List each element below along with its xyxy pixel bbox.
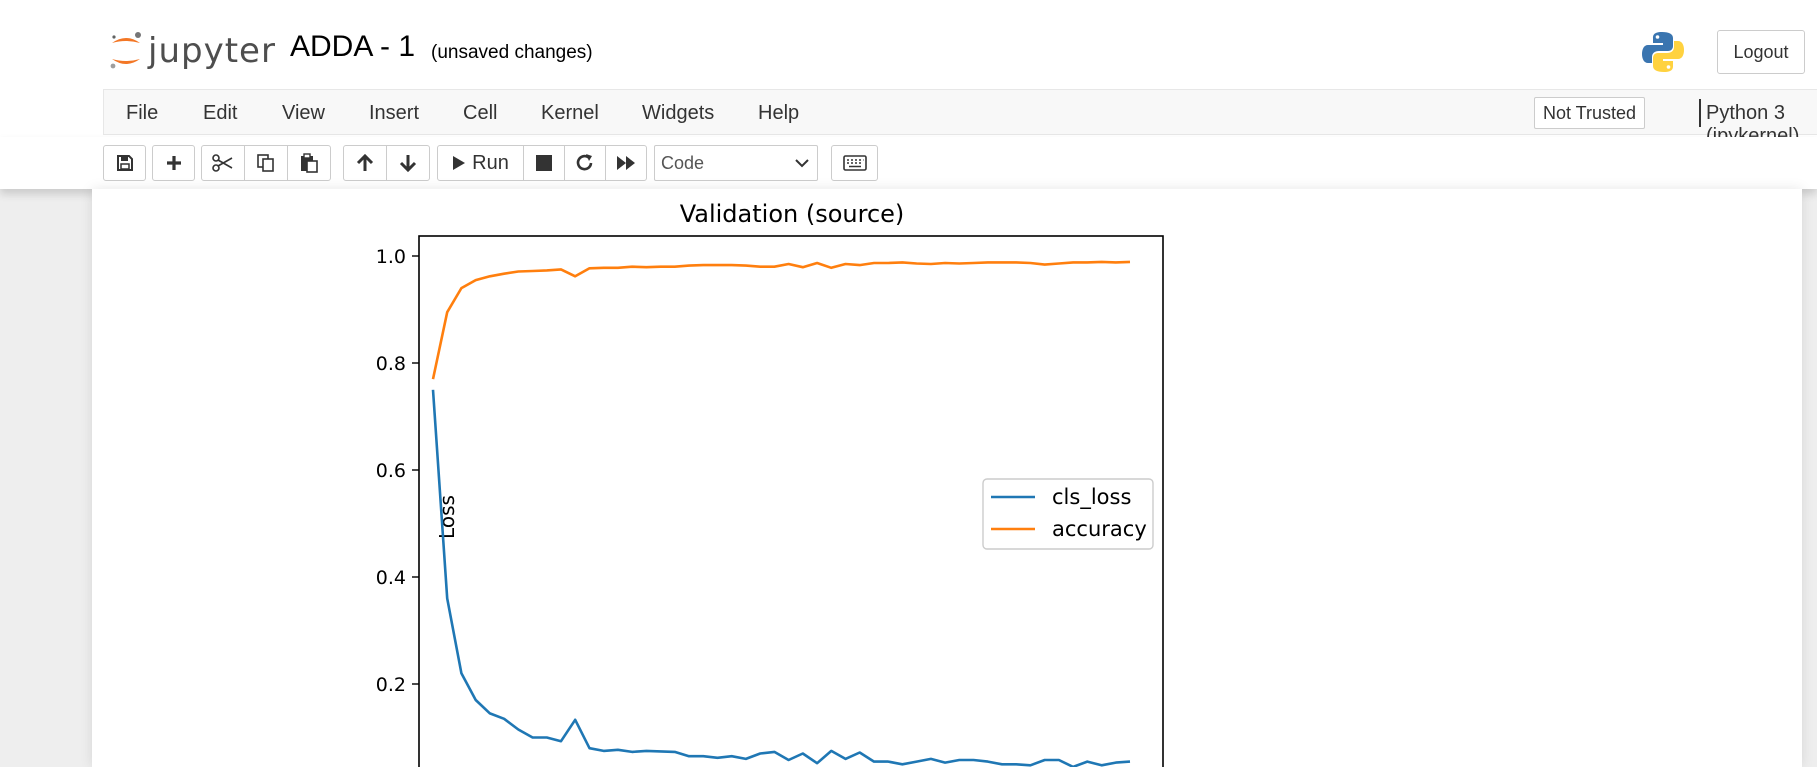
menu-kernel[interactable]: Kernel [541, 102, 599, 125]
restart-icon [576, 154, 593, 171]
output-chart: Validation (source) Loss 1.0 0.8 0.6 0.4 0.2… [376, 200, 1164, 767]
paste-button[interactable] [287, 145, 331, 181]
chart-title: Validation (source) [680, 200, 905, 228]
jupyter-logo-icon [110, 32, 141, 69]
toolbar: Run Code [0, 137, 1817, 189]
menubar-container: File Edit View Insert Cell Kernel Widget… [103, 89, 1817, 147]
cell-type-value: Code [661, 152, 705, 173]
cell-type-select[interactable]: Code [654, 145, 818, 181]
plus-icon [166, 156, 181, 170]
save-status: (unsaved changes) [431, 42, 593, 63]
interrupt-button[interactable] [523, 145, 565, 181]
legend: cls_loss accuracy [982, 478, 1154, 550]
menu-view[interactable]: View [282, 102, 325, 125]
menu-widgets[interactable]: Widgets [642, 102, 714, 125]
not-trusted-button[interactable]: Not Trusted [1534, 97, 1646, 129]
chevron-down-icon [795, 159, 809, 168]
jupyter-logo[interactable]: jupyter [108, 28, 276, 74]
y-tick-label: 0.8 [376, 353, 406, 375]
insert-cell-button[interactable] [152, 145, 195, 181]
menu-cell[interactable]: Cell [463, 102, 497, 125]
restart-button[interactable] [564, 145, 606, 181]
cut-button[interactable] [201, 145, 245, 181]
series-line-accuracy [431, 260, 1131, 380]
legend-label-cls-loss: cls_loss [1052, 485, 1131, 510]
series-line-cls-loss [431, 389, 1131, 767]
move-up-button[interactable] [343, 145, 387, 181]
play-icon [453, 156, 466, 170]
arrow-down-icon [399, 155, 417, 173]
save-button[interactable] [103, 145, 146, 181]
scissors-icon [212, 154, 233, 172]
menu-edit[interactable]: Edit [203, 102, 237, 125]
menu-file[interactable]: File [126, 102, 158, 125]
y-tick-label: 0.6 [376, 460, 406, 482]
notebook-name[interactable]: ADDA - 1 [290, 30, 415, 64]
restart-run-all-button[interactable] [605, 145, 647, 181]
keyboard-icon [842, 155, 867, 171]
y-tick-label: 1.0 [376, 246, 406, 268]
command-palette-button[interactable] [831, 145, 878, 181]
header: jupyter ADDA - 1 (unsaved changes) Logou… [0, 0, 1817, 90]
copy-button[interactable] [244, 145, 288, 181]
menu-help[interactable]: Help [758, 102, 799, 125]
menu-insert[interactable]: Insert [369, 102, 419, 125]
logout-button[interactable]: Logout [1717, 30, 1805, 74]
y-tick-label: 0.2 [376, 674, 406, 696]
arrow-up-icon [356, 153, 374, 171]
stop-icon [536, 155, 552, 171]
copy-icon [257, 154, 274, 172]
y-axis-ticks: 1.0 0.8 0.6 0.4 0.2 [376, 246, 419, 696]
menubar: File Edit View Insert Cell Kernel Widget… [0, 89, 1817, 147]
kernel-divider [1699, 99, 1701, 127]
legend-label-accuracy: accuracy [1052, 517, 1147, 541]
y-tick-label: 0.4 [376, 567, 406, 589]
y-axis-label: Loss [435, 495, 459, 539]
paste-icon [301, 153, 318, 173]
logo-text: jupyter [148, 31, 276, 71]
save-icon [116, 155, 133, 171]
run-label: Run [472, 151, 509, 174]
notebook-container: Validation (source) Loss 1.0 0.8 0.6 0.4 0.2… [92, 189, 1802, 767]
run-button[interactable]: Run [437, 145, 524, 181]
move-down-button[interactable] [386, 145, 430, 181]
python-logo-icon [1642, 32, 1684, 72]
fast-forward-icon [617, 156, 635, 170]
